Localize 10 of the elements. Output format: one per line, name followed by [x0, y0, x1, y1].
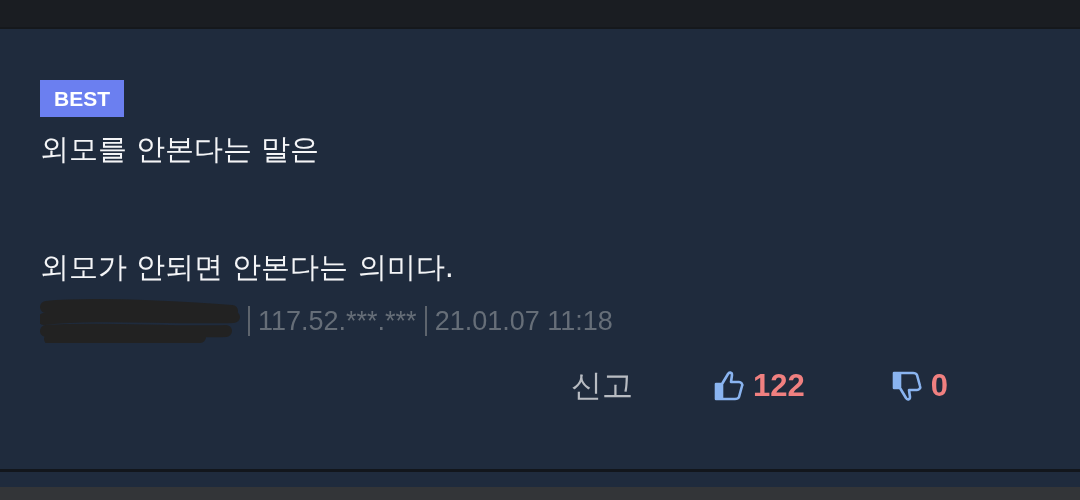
comment-text: 외모를 안본다는 말은 — [40, 131, 321, 167]
report-button[interactable]: 신고 — [571, 365, 633, 407]
dislike-button[interactable]: 0 — [890, 368, 948, 404]
thumbs-up-icon — [713, 369, 745, 403]
best-badge: BEST — [40, 80, 124, 117]
ip-address: 117.52.***.*** — [258, 305, 417, 337]
comment-text: 외모가 안되면 안본다는 의미다. — [40, 249, 455, 285]
timestamp: 21.01.07 11:18 — [434, 305, 613, 337]
like-button[interactable]: 122 — [713, 368, 805, 404]
thumbs-down-icon — [890, 369, 923, 403]
